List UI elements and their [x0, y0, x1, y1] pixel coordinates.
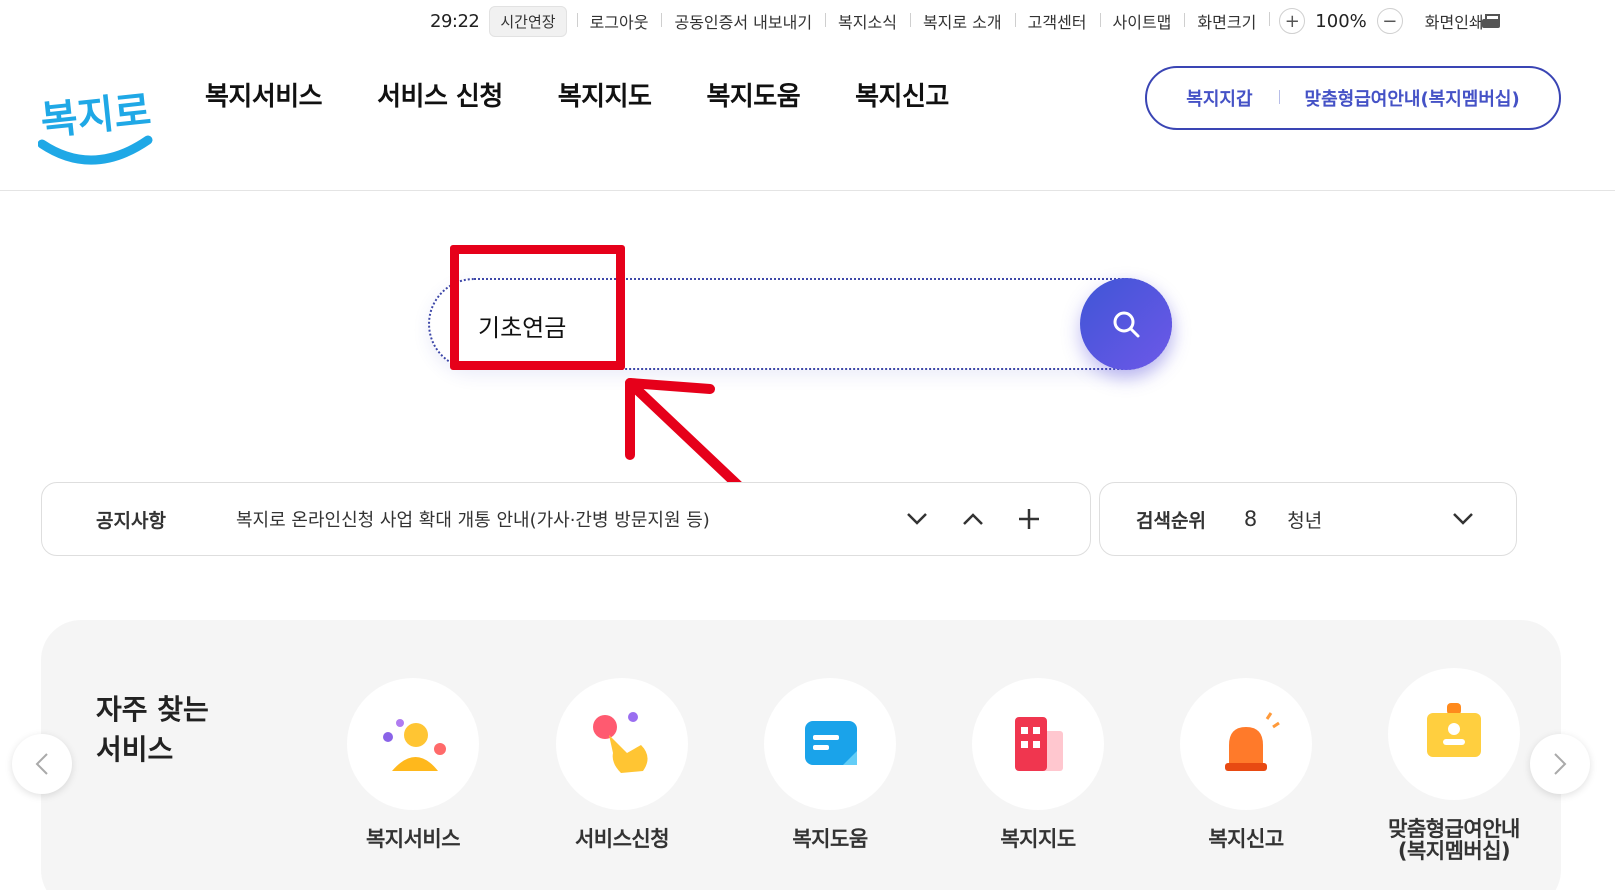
service-circle [1180, 678, 1312, 810]
search-ranking: 검색순위 8 청년 [1099, 482, 1517, 556]
screen-size-label: 화면크기 [1184, 9, 1269, 33]
notice-label: 공지사항 [96, 509, 166, 532]
tap-hand-icon [593, 712, 648, 773]
id-badge-icon [1427, 703, 1481, 757]
service-item-membership[interactable]: 맞춤형급여안내 (복지멤버십) [1369, 668, 1539, 862]
nav-service-application[interactable]: 서비스 신청 [377, 76, 503, 113]
notice-bar: 공지사항 복지로 온라인신청 사업 확대 개통 안내(가사·간병 방문지원 등) [41, 482, 1091, 556]
carousel-next-button[interactable] [1530, 734, 1590, 794]
chat-document-icon [805, 721, 857, 765]
about-link[interactable]: 복지로 소개 [909, 9, 1015, 33]
service-item-help[interactable]: 복지도움 [745, 678, 915, 850]
customer-center-link[interactable]: 고객센터 [1014, 9, 1100, 33]
service-circle [556, 678, 688, 810]
ranking-number: 8 [1243, 507, 1258, 531]
ranking-label: 검색순위 [1136, 509, 1206, 532]
chevron-down-icon[interactable] [904, 506, 930, 532]
nav-welfare-help[interactable]: 복지도움 [706, 76, 800, 113]
custom-benefit-link[interactable]: 맞춤형급여안내(복지멤버십) [1278, 85, 1546, 111]
notice-text[interactable]: 복지로 온라인신청 사업 확대 개통 안내(가사·간병 방문지원 등) [236, 506, 904, 532]
search-icon [1113, 311, 1140, 338]
sitemap-link[interactable]: 사이트맵 [1099, 9, 1185, 33]
service-circle [1388, 668, 1520, 800]
plus-icon[interactable] [1016, 506, 1042, 532]
service-label: 복지도움 [792, 827, 868, 851]
welfare-news-link[interactable]: 복지소식 [825, 9, 910, 33]
extend-session-button[interactable]: 시간연장 [489, 5, 567, 37]
zoom-in-button[interactable]: + [1279, 8, 1306, 34]
service-item-welfare[interactable]: 복지서비스 [328, 678, 498, 850]
logo-mark: 복지로 [37, 88, 153, 165]
header-divider [0, 190, 1615, 191]
quick-pill-nav: 복지지갑 맞춤형급여안내(복지멤버십) [1145, 66, 1561, 130]
zoom-level: 100% [1315, 10, 1367, 32]
print-label: 화면인쇄 [1424, 13, 1484, 32]
ranking-term[interactable]: 청년 [1287, 506, 1450, 533]
nav-welfare-services[interactable]: 복지서비스 [205, 76, 323, 113]
highlight-box [450, 245, 625, 370]
service-circle [347, 678, 479, 810]
service-label: 서비스신청 [574, 827, 670, 851]
service-item-map[interactable]: 복지지도 [953, 678, 1123, 850]
nav-welfare-report[interactable]: 복지신고 [855, 76, 949, 113]
zoom-controls: + 100% − [1269, 8, 1403, 34]
frequent-services-title: 자주 찾는 서비스 [96, 690, 209, 770]
service-circle [764, 678, 896, 810]
export-certificate-link[interactable]: 공동인증서 내보내기 [661, 9, 825, 33]
logo-text: 복지로 [39, 88, 153, 145]
service-item-report[interactable]: 복지신고 [1161, 678, 1331, 850]
chevron-right-icon [1554, 753, 1567, 775]
title-line-1: 자주 찾는 [96, 693, 209, 726]
session-timer: 29:22 [430, 10, 480, 32]
siren-icon [1225, 712, 1280, 771]
building-icon [1015, 717, 1063, 771]
logout-link[interactable]: 로그아웃 [576, 9, 662, 33]
printer-icon [1481, 14, 1500, 28]
nav-welfare-map[interactable]: 복지지도 [558, 76, 652, 113]
service-label: 복지서비스 [365, 827, 461, 851]
service-label: 복지신고 [1208, 827, 1284, 851]
notice-controls [904, 506, 1042, 532]
search-button[interactable] [1080, 278, 1172, 370]
service-item-apply[interactable]: 서비스신청 [537, 678, 707, 850]
welfare-wallet-link[interactable]: 복지지갑 [1160, 85, 1278, 111]
service-circle [972, 678, 1104, 810]
print-screen-button[interactable]: 화면인쇄 [1425, 9, 1500, 33]
person-icon [383, 719, 446, 771]
chevron-up-icon[interactable] [960, 506, 986, 532]
chevron-down-icon[interactable] [1450, 506, 1476, 532]
zoom-out-button[interactable]: − [1376, 8, 1403, 34]
carousel-prev-button[interactable] [12, 734, 72, 794]
main-nav: 복지서비스 서비스 신청 복지지도 복지도움 복지신고 [205, 76, 949, 113]
site-logo[interactable]: 복지로 [37, 60, 153, 170]
chevron-left-icon [35, 753, 48, 775]
service-label: 맞춤형급여안내 (복지멤버십) [1388, 817, 1520, 863]
service-label: 복지지도 [1000, 827, 1076, 851]
utility-bar: 29:22 시간연장 로그아웃 공동인증서 내보내기 복지소식 복지로 소개 고… [430, 5, 1565, 37]
title-line-2: 서비스 [96, 733, 174, 766]
